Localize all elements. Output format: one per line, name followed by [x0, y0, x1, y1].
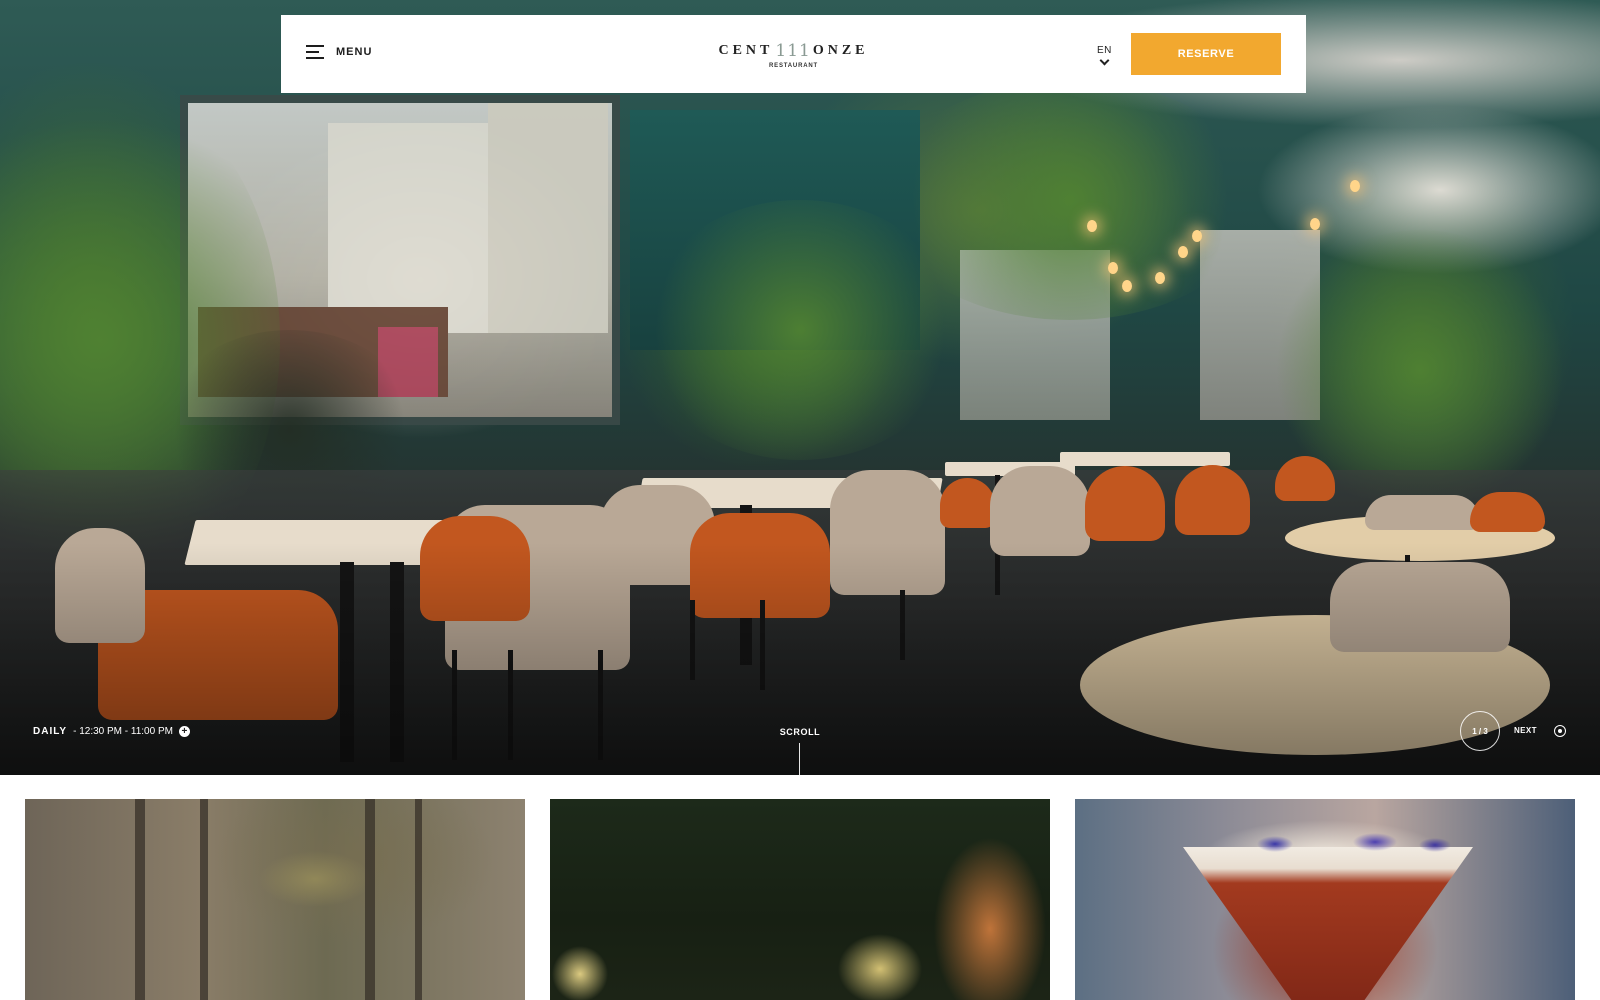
chevron-down-icon: [1099, 55, 1110, 66]
opening-hours: DAILY - 12:30 PM - 11:00 PM +: [33, 726, 190, 737]
slide-counter: 1 / 3: [1460, 711, 1500, 751]
hero-image: [0, 0, 1600, 775]
hours-time: - 12:30 PM - 11:00 PM: [73, 726, 173, 737]
gallery-card-food[interactable]: [550, 799, 1050, 1000]
language-selector[interactable]: EN: [1097, 45, 1112, 66]
reserve-button[interactable]: RESERVE: [1131, 33, 1281, 75]
scroll-line: [799, 743, 800, 775]
hours-day: DAILY: [33, 726, 68, 737]
logo-right: ONZE: [812, 43, 869, 58]
scroll-indicator[interactable]: SCROLL: [770, 727, 830, 737]
top-navbar: MENU CENT 111 ONZE RESTAURANT EN RESERVE: [281, 15, 1306, 93]
language-label: EN: [1097, 45, 1112, 56]
gallery-card-street[interactable]: [25, 799, 525, 1000]
logo-number: 111: [775, 41, 811, 61]
target-circle-icon[interactable]: [1554, 725, 1566, 737]
next-slide-button[interactable]: NEXT: [1514, 726, 1537, 735]
plus-circle-icon[interactable]: +: [178, 726, 190, 737]
logo-left: CENT: [718, 43, 774, 58]
gallery-card-cocktail[interactable]: [1075, 799, 1575, 1000]
